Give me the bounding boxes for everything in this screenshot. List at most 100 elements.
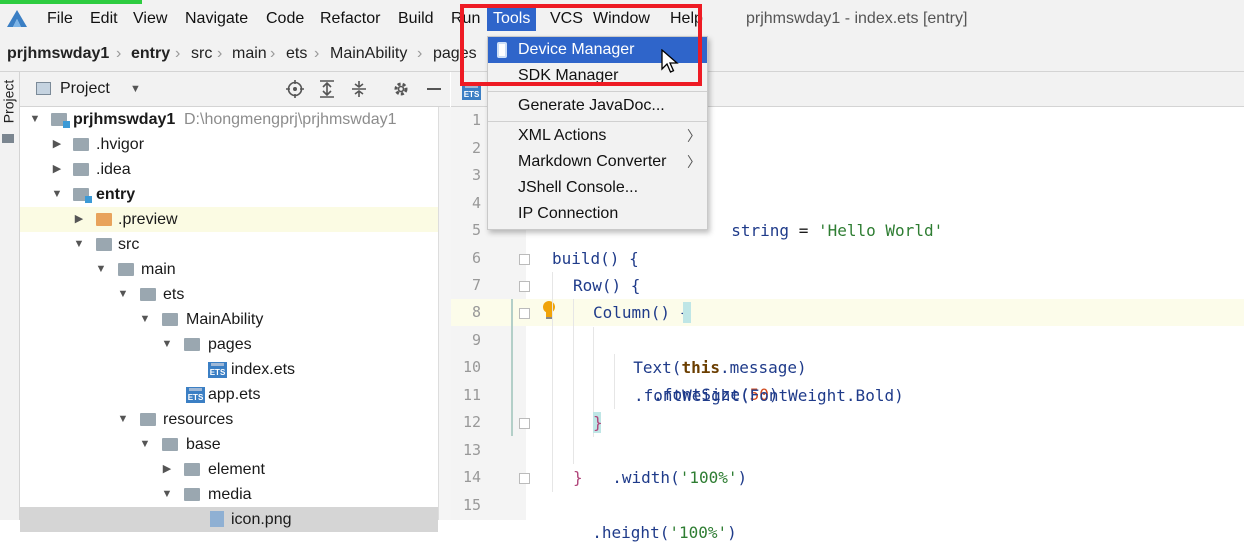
chevron-down-icon[interactable]: ▼ [138,307,152,332]
code-line-7: Row() { [573,276,641,295]
tree-row[interactable]: ▶ .preview [20,207,438,232]
tree-row[interactable]: ▼ MainAbility [20,307,438,332]
menu-navigate[interactable]: Navigate [185,6,248,31]
line-number: 15 [462,496,481,514]
minimize-icon[interactable] [427,88,441,90]
menu-item-label: IP Connection [518,205,619,222]
menu-item-generate-javadoc[interactable]: Generate JavaDoc... [488,93,707,119]
tree-label: media [208,486,252,503]
chevron-down-icon[interactable]: ▼ [72,232,86,257]
project-tool-button[interactable]: Project [0,79,19,125]
menu-item-label: XML Actions [518,127,607,144]
menu-view[interactable]: View [133,6,167,31]
tree-row[interactable]: ▼ src [20,232,438,257]
change-marker [511,299,513,436]
chevron-down-icon[interactable]: ▼ [116,407,130,432]
folder-icon [140,413,156,426]
breadcrumb-project[interactable]: prjhmswday1 [7,37,109,71]
module-folder-icon [73,188,92,203]
chevron-right-icon[interactable]: ▶ [160,457,174,482]
chevron-down-icon[interactable]: ▼ [94,257,108,282]
code-line-15: .height('100%') [573,492,737,542]
breadcrumb-src[interactable]: src [191,37,212,71]
folder-icon [96,238,112,251]
tree-row[interactable]: ▼ resources [20,407,438,432]
collapse-all-icon[interactable] [350,80,368,98]
tree-label: .idea [96,161,131,178]
tree-row[interactable]: ▼ pages [20,332,438,357]
current-line-highlight [451,299,1244,326]
breadcrumb-mainability[interactable]: MainAbility [330,37,407,71]
mouse-cursor-icon [661,49,679,73]
tree-row[interactable]: ▼ base [20,432,438,457]
chevron-down-icon[interactable]: ▼ [160,482,174,507]
tree-row[interactable]: ▶ .idea [20,157,438,182]
code-string: '100%' [679,468,738,487]
tree-row[interactable]: ETS index.ets [20,357,438,382]
tree-row[interactable]: ▶ .hvigor [20,132,438,157]
tree-row[interactable]: ▼ prjhmswday1 D:\hongmengprj\prjhmswday1 [20,107,438,132]
menu-item-markdown-converter[interactable]: Markdown Converter 〉 [488,149,707,175]
chevron-down-icon[interactable]: ▼ [160,332,174,357]
chevron-down-icon[interactable]: ▼ [28,107,42,132]
lightbulb-icon[interactable] [541,300,557,320]
tree-row[interactable]: ▼ ets [20,282,438,307]
ets-file-icon: ETS [208,362,227,378]
code-fn: .height( [592,523,670,542]
line-number: 8 [471,303,481,321]
menu-separator [488,91,707,92]
chevron-right-icon[interactable]: ▶ [72,207,86,232]
breadcrumb-entry[interactable]: entry [131,37,170,71]
tree-row[interactable]: ▼ main [20,257,438,282]
menu-item-jshell-console[interactable]: JShell Console... [488,175,707,201]
tree-row[interactable]: ▼ media [20,482,438,507]
app-logo-icon [7,10,27,27]
locate-icon[interactable] [286,80,304,98]
chevron-down-icon[interactable]: ▼ [50,182,64,207]
folder-icon [162,313,178,326]
line-number: 5 [471,221,481,239]
fold-marker-icon[interactable] [519,308,530,319]
menu-item-xml-actions[interactable]: XML Actions 〉 [488,123,707,149]
code-line-13: .width('100%') [593,437,747,487]
tree-row[interactable]: ▶ element [20,457,438,482]
code-fn: .width( [612,468,680,487]
chevron-right-icon: › [217,45,223,62]
gear-icon[interactable] [392,80,410,98]
line-number: 2 [471,139,481,157]
menu-build[interactable]: Build [398,6,434,31]
line-number: 13 [462,441,481,459]
fold-marker-icon[interactable] [519,418,530,429]
menu-item-ip-connection[interactable]: IP Connection [488,201,707,227]
line-number: 9 [471,331,481,349]
fold-marker-icon[interactable] [519,473,530,484]
breadcrumb-ets[interactable]: ets [286,37,307,71]
tree-label: entry [96,186,136,203]
chevron-right-icon[interactable]: ▶ [50,157,64,182]
menu-item-label: Generate JavaDoc... [518,97,665,114]
breadcrumb-main[interactable]: main [232,37,267,71]
tree-scrollbar[interactable] [438,107,451,520]
submenu-chevron-right-icon: 〉 [687,154,701,170]
view-dropdown-chevron-down-icon[interactable]: ▼ [130,72,141,106]
menu-edit[interactable]: Edit [90,6,118,31]
code-line-6: build() { [552,249,639,268]
menu-file[interactable]: File [47,6,73,31]
folder-icon [73,138,89,151]
menu-refactor[interactable]: Refactor [320,6,380,31]
line-number: 11 [462,386,481,404]
fold-marker-icon[interactable] [519,281,530,292]
panel-title: Project [60,80,110,97]
tree-label: prjhmswday1 [73,111,176,128]
project-folder-icon [51,113,70,128]
line-number: 7 [471,276,481,294]
tree-label: .preview [118,211,178,228]
chevron-down-icon[interactable]: ▼ [116,282,130,307]
chevron-down-icon[interactable]: ▼ [138,432,152,457]
tree-row[interactable]: ETS app.ets [20,382,438,407]
menu-code[interactable]: Code [266,6,304,31]
fold-marker-icon[interactable] [519,254,530,265]
expand-all-icon[interactable] [318,80,336,98]
chevron-right-icon[interactable]: ▶ [50,132,64,157]
tree-row[interactable]: ▼ entry [20,182,438,207]
